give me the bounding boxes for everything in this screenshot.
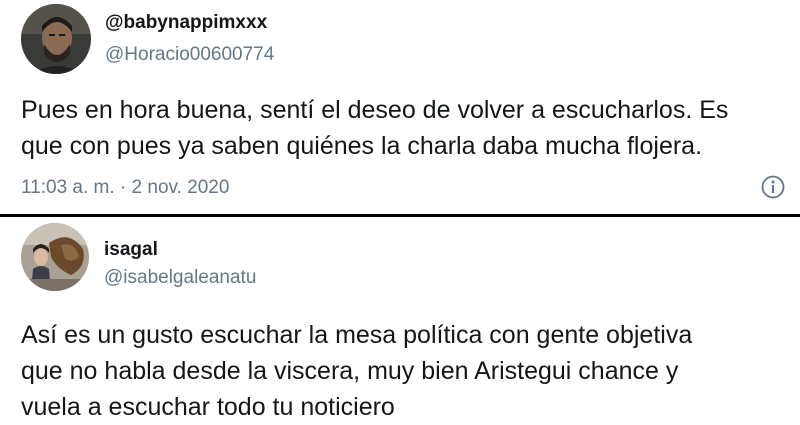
user-handle[interactable]: @Horacio00600774 (105, 44, 274, 66)
user-handle[interactable]: @isabelgaleanatu (104, 267, 256, 289)
tweet-card[interactable]: @babynappimxxx @Horacio00600774 Pues en … (0, 0, 800, 214)
tweet-text-line: que con pues ya saben quiénes la charla … (21, 132, 703, 160)
display-name[interactable]: isagal (104, 239, 158, 261)
tweet-text-line: Así es un gusto escuchar la mesa polític… (21, 321, 693, 349)
tweet-card[interactable]: isagal @isabelgaleanatu Así es un gusto … (0, 217, 800, 422)
profile-photo-icon (21, 223, 89, 291)
tweet-text: Pues en hora buena, sentí el deseo de vo… (21, 92, 791, 164)
display-name[interactable]: @babynappimxxx (105, 12, 267, 34)
profile-photo-icon (21, 4, 91, 74)
info-icon[interactable] (760, 174, 786, 200)
tweet-text: Así es un gusto escuchar la mesa polític… (21, 317, 791, 425)
tweet-timestamp[interactable]: 11:03 a. m. · 2 nov. 2020 (21, 177, 229, 199)
tweet-text-line: Pues en hora buena, sentí el deseo de vo… (21, 96, 729, 124)
avatar[interactable] (21, 4, 91, 74)
tweet-text-line: que no habla desde la viscera, muy bien … (21, 357, 679, 385)
tweet-text-line: vuela a escuchar todo tu noticiero (21, 393, 395, 421)
avatar[interactable] (21, 223, 89, 291)
